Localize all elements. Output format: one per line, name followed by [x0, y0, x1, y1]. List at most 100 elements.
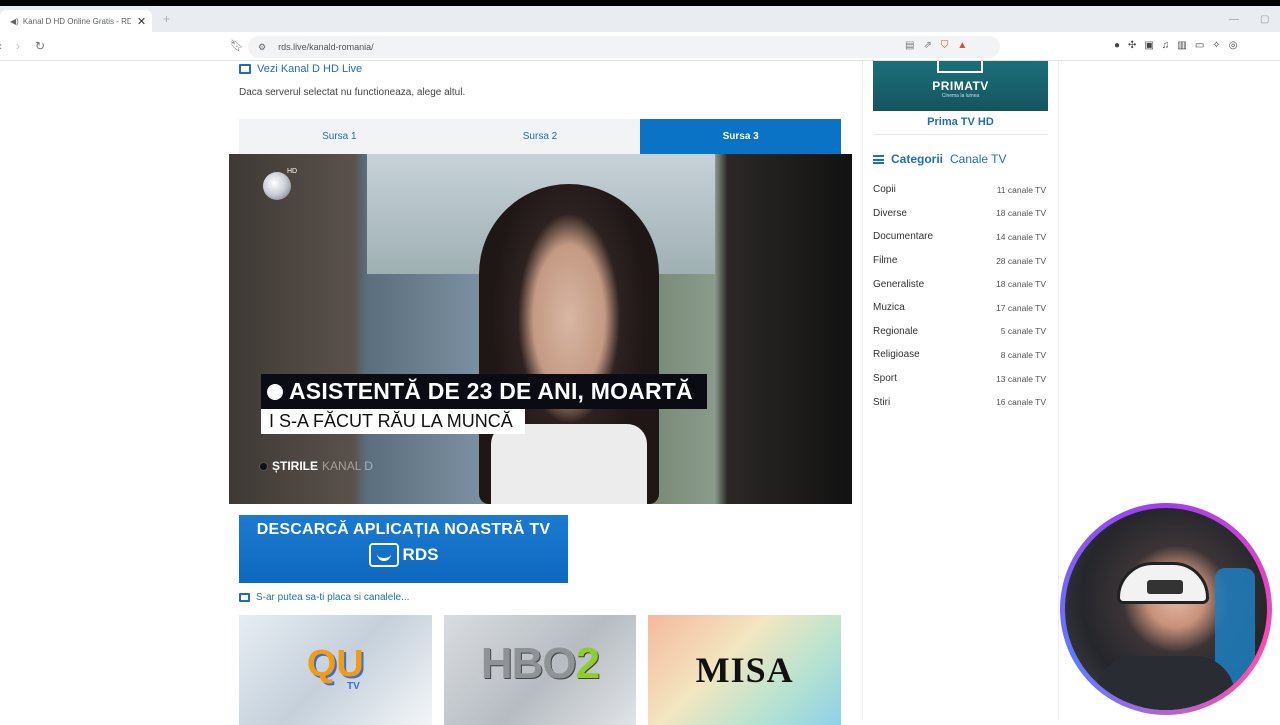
- category-count: 5 canale TV: [1000, 326, 1046, 337]
- tab-close-icon[interactable]: ✕: [137, 15, 146, 28]
- profile-icon[interactable]: ◎: [1229, 40, 1238, 51]
- headline-text: ASISTENTĂ DE 23 DE ANI, MOARTĂ: [289, 378, 693, 404]
- forward-icon[interactable]: ›: [16, 39, 20, 53]
- kanald-logo: [263, 172, 291, 200]
- watch-live-text: Vezi Kanal D HD Live: [257, 63, 363, 75]
- category-count: 13 canale TV: [996, 373, 1046, 384]
- url-action-icons: ▤ ⇗ ⛉ ▲: [905, 40, 967, 51]
- channel-thumb-hbo2[interactable]: HBO2: [443, 615, 637, 725]
- extension-puzzle-icon[interactable]: ✣: [1128, 40, 1136, 51]
- tab-sursa-2[interactable]: Sursa 2: [440, 119, 641, 154]
- video-player[interactable]: HD ASISTENTĂ DE 23 DE ANI, MOARTĂ I S-A …: [229, 154, 852, 504]
- category-name[interactable]: Regionale: [873, 326, 918, 337]
- back-icon[interactable]: ‹: [0, 39, 2, 53]
- brave-shields-icon[interactable]: ⛉: [941, 40, 949, 51]
- program-channel: KANAL D: [322, 459, 373, 473]
- category-name[interactable]: Diverse: [873, 208, 907, 219]
- wallet-icon[interactable]: ▭: [1195, 40, 1204, 51]
- extension-icons: ● ✣ ▣ ♫ ▥ ▭ ✧ ◎: [1114, 40, 1237, 51]
- category-count: 18 canale TV: [996, 279, 1046, 290]
- browser-tab-kanald[interactable]: ◀) Kanal D HD Online Gratis - RD ✕: [0, 10, 152, 32]
- prima-tv-frame-icon: [937, 61, 983, 73]
- category-name[interactable]: Religioase: [873, 349, 920, 360]
- webcam-cap-logo: [1147, 580, 1183, 594]
- category-filme[interactable]: Filme 28 canale TV: [873, 249, 1048, 273]
- categories-prefix: Categorii: [891, 152, 944, 166]
- reader-mode-icon[interactable]: ▤: [905, 40, 914, 51]
- categories-suffix: Canale TV: [950, 152, 1007, 166]
- webcam-feed: [1065, 508, 1267, 710]
- category-name[interactable]: Documentare: [873, 231, 933, 242]
- minimize-icon[interactable]: —: [1229, 14, 1239, 25]
- monitor-icon: [239, 593, 250, 602]
- app-banner-title: DESCARCĂ APLICAȚIA NOASTRĂ TV: [256, 521, 551, 538]
- prima-tv-logo: PRIMATV: [932, 79, 989, 93]
- categories-list: Copii 11 canale TV Diverse 18 canale TV Do…: [873, 178, 1048, 414]
- program-dot-icon: [259, 461, 268, 471]
- rds-logo: RDS: [368, 543, 439, 567]
- new-tab-button[interactable]: +: [163, 12, 170, 26]
- audio-icon: ◀): [10, 16, 19, 26]
- media-icon[interactable]: ♫: [1162, 40, 1170, 51]
- qutv-logo: QU: [306, 642, 364, 685]
- news-subline: I S-A FĂCUT RĂU LA MUNCĂ: [261, 409, 525, 434]
- tab-title: Kanal D HD Online Gratis - RD: [22, 16, 131, 26]
- channel-thumb-misa[interactable]: MISA: [648, 615, 842, 725]
- qutv-logo-sub: TV: [347, 681, 360, 692]
- category-name[interactable]: Filme: [873, 255, 897, 266]
- suggest-heading: S-ar putea sa-ti placa si canalele...: [239, 592, 409, 603]
- category-stiri[interactable]: Stiri 16 canale TV: [873, 390, 1048, 414]
- category-diverse[interactable]: Diverse 18 canale TV: [873, 202, 1048, 226]
- extension-icon-2[interactable]: ▣: [1144, 40, 1153, 51]
- news-headline: ASISTENTĂ DE 23 DE ANI, MOARTĂ: [261, 374, 707, 409]
- category-name[interactable]: Copii: [873, 184, 896, 195]
- suggest-text: S-ar putea sa-ti placa si canalele...: [256, 592, 410, 603]
- category-count: 16 canale TV: [996, 397, 1046, 408]
- category-count: 14 canale TV: [996, 231, 1046, 242]
- site-info-icon[interactable]: ⚙︎: [258, 42, 266, 53]
- tab-sursa-1[interactable]: Sursa 1: [239, 119, 440, 154]
- bookmark-icon[interactable]: 🔖︎: [230, 39, 244, 52]
- category-religioase[interactable]: Religioase 8 canale TV: [873, 343, 1048, 367]
- category-name[interactable]: Stiri: [873, 397, 890, 408]
- streamer-webcam-overlay: [1060, 503, 1272, 715]
- reload-icon[interactable]: ↻: [35, 39, 45, 53]
- sidebar-toggle-icon[interactable]: ▥: [1177, 40, 1186, 51]
- category-muzica[interactable]: Muzica 17 canale TV: [873, 296, 1048, 320]
- hbo2-logo: HBO2: [480, 639, 601, 689]
- prima-tv-title[interactable]: Prima TV HD: [873, 116, 1048, 128]
- url-field[interactable]: ⚙︎ rds.live/kanald-romania/: [248, 36, 1000, 58]
- hbo-text: HBO: [480, 639, 577, 688]
- program-logo: ȘTIRILE KANAL D: [259, 459, 373, 473]
- category-copii[interactable]: Copii 11 canale TV: [873, 178, 1048, 202]
- restore-icon[interactable]: ▢: [1260, 14, 1269, 25]
- sidebar-divider-right: [1058, 61, 1059, 720]
- rds-brand: RDS: [402, 545, 439, 564]
- hd-badge: HD: [287, 168, 298, 175]
- category-documentare[interactable]: Documentare 14 canale TV: [873, 225, 1048, 249]
- category-name[interactable]: Sport: [873, 373, 897, 384]
- channel-thumb-qutv[interactable]: QU TV: [239, 615, 432, 725]
- prima-tv-card[interactable]: PRIMATV Cinema la lumea: [873, 61, 1048, 111]
- category-sport[interactable]: Sport 13 canale TV: [873, 367, 1048, 391]
- tab-sursa-3[interactable]: Sursa 3: [640, 119, 842, 154]
- sidebar-divider: [862, 61, 863, 720]
- brave-rewards-icon[interactable]: ▲: [957, 40, 967, 51]
- category-generaliste[interactable]: Generaliste 18 canale TV: [873, 272, 1048, 296]
- watch-live-heading: Vezi Kanal D HD Live: [239, 63, 362, 75]
- app-download-banner[interactable]: DESCARCĂ APLICAȚIA NOASTRĂ TV RDS: [239, 515, 568, 583]
- share-icon[interactable]: ⇗: [923, 40, 931, 51]
- extension-icon-1[interactable]: ●: [1114, 40, 1120, 51]
- category-regionale[interactable]: Regionale 5 canale TV: [873, 320, 1048, 344]
- url-text: rds.live/kanald-romania/: [278, 42, 374, 52]
- category-name[interactable]: Generaliste: [873, 279, 924, 290]
- list-icon: [873, 154, 884, 164]
- program-name: ȘTIRILE: [272, 459, 319, 473]
- suggested-channels: QU TV HBO2 MISA: [239, 615, 842, 725]
- category-name[interactable]: Muzica: [873, 302, 905, 313]
- misa-logo: MISA: [695, 650, 794, 690]
- leo-icon[interactable]: ✧: [1212, 40, 1220, 51]
- category-count: 11 canale TV: [996, 184, 1046, 195]
- webcam-person-body: [1095, 656, 1235, 710]
- hbo-two: 2: [575, 639, 601, 688]
